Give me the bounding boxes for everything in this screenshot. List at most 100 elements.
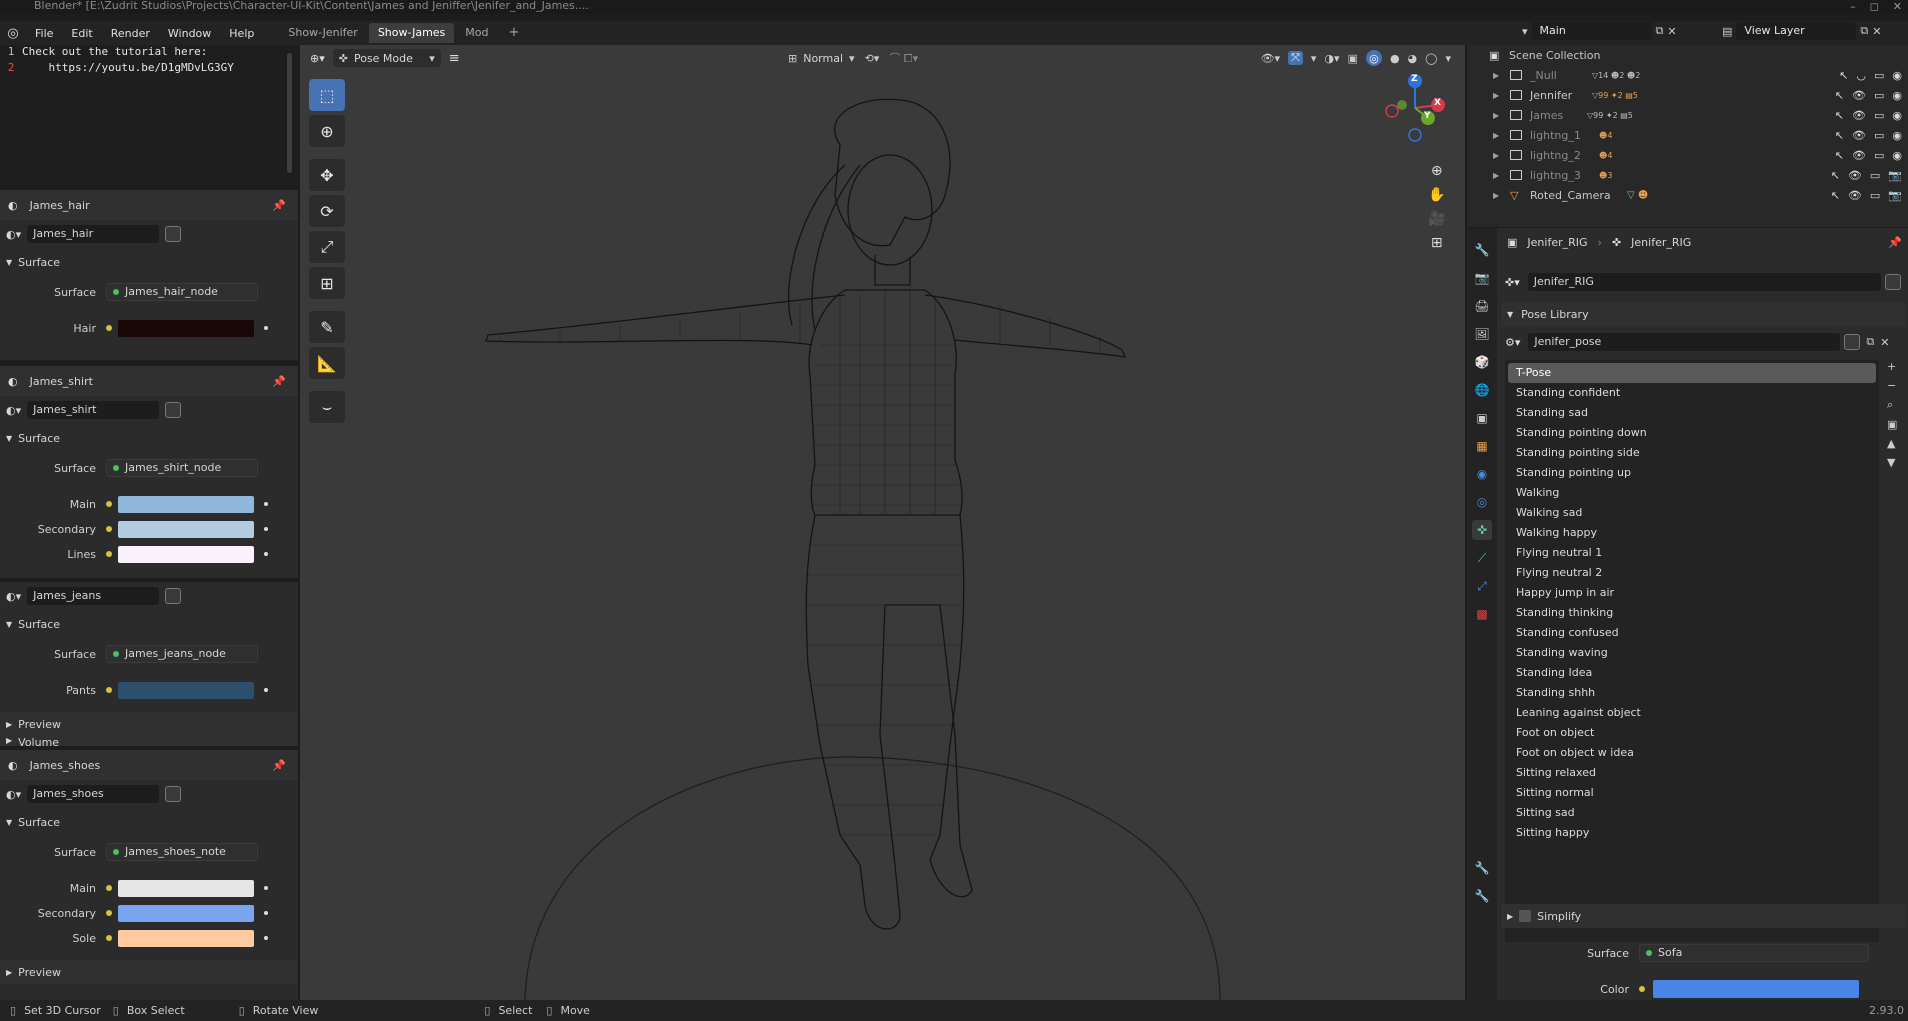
render-toggle-icon[interactable]: ◉ xyxy=(1892,129,1902,142)
material-name-field[interactable]: James_jeans xyxy=(27,587,160,605)
rotate-tool-icon[interactable]: ⟳ xyxy=(309,195,345,227)
fake-user-icon[interactable] xyxy=(1885,274,1901,290)
expand-icon[interactable]: ▶ xyxy=(1493,191,1499,200)
new-pose-lib-icon[interactable]: ⧉ xyxy=(1866,335,1874,349)
keyframe-dot-icon[interactable] xyxy=(264,326,268,330)
editor-type-icon[interactable]: ⊕▾ xyxy=(310,52,325,65)
select-toggle-icon[interactable]: ↖ xyxy=(1835,89,1844,102)
visibility-icon[interactable]: 👁▾ xyxy=(1261,52,1281,65)
color-swatch[interactable] xyxy=(1653,980,1859,998)
row-toggles[interactable]: ↖ 👁 ▭ 📷 xyxy=(1831,169,1902,182)
color-swatch[interactable] xyxy=(118,545,254,563)
select-toggle-icon[interactable]: ↖ xyxy=(1831,169,1840,182)
panel-header[interactable]: ◐ James_hair 📌 xyxy=(0,190,298,220)
xray-icon[interactable]: ▣ xyxy=(1348,52,1358,65)
chevron-down-icon[interactable]: ▾ xyxy=(1445,52,1451,65)
volume-section-header[interactable]: ▶ Volume xyxy=(0,736,298,746)
cursor-tool-icon[interactable]: ⊕ xyxy=(309,115,345,147)
expand-icon[interactable]: ▶ xyxy=(1493,151,1499,160)
view-layer-tab-icon[interactable]: 🖼 xyxy=(1472,324,1492,344)
tab-mod[interactable]: Mod xyxy=(456,23,497,43)
pose-list-item[interactable]: Standing Idea xyxy=(1508,663,1876,683)
preview-section-header[interactable]: ▶ Preview xyxy=(0,712,298,736)
pose-list-item[interactable]: Standing waving xyxy=(1508,643,1876,663)
navigation-gizmo[interactable]: Z X Y xyxy=(1380,73,1450,143)
hide-toggle-icon[interactable]: 👁 xyxy=(1852,109,1866,122)
chevron-down-icon[interactable]: ▾ xyxy=(1311,52,1317,65)
expand-icon[interactable]: ▶ xyxy=(1493,71,1499,80)
row-toggles[interactable]: ↖ ◡ ▭ ◉ xyxy=(1839,69,1902,82)
keyframe-dot-icon[interactable] xyxy=(264,502,268,506)
armature-tab-icon[interactable]: ✜ xyxy=(1472,520,1492,540)
gizmo-toggle-icon[interactable]: ⤧ xyxy=(1288,51,1303,65)
expand-icon[interactable]: ▶ xyxy=(1493,91,1499,100)
simplify-header[interactable]: ▶ Simplify xyxy=(1501,904,1905,928)
hamburger-menu-icon[interactable]: ≡ xyxy=(449,51,460,66)
armature-selector[interactable]: ✜▾ Jenifer_RIG xyxy=(1505,272,1901,292)
outliner-row-lightng-3[interactable]: ▶ lightng_3 ☻3 ↖ 👁 ▭ 📷 xyxy=(1467,165,1908,185)
pose-library-selector[interactable]: ⚙▾ Jenifer_pose ⧉ ✕ xyxy=(1505,332,1903,352)
hide-toggle-icon[interactable]: 👁 xyxy=(1848,189,1862,202)
select-toggle-icon[interactable]: ↖ xyxy=(1835,129,1844,142)
fake-user-icon[interactable] xyxy=(1844,334,1861,350)
menu-help[interactable]: Help xyxy=(220,27,263,40)
select-toggle-icon[interactable]: ↖ xyxy=(1835,149,1844,162)
move-tool-icon[interactable]: ✥ xyxy=(309,159,345,191)
fake-user-icon[interactable] xyxy=(165,226,182,242)
wireframe-shading-icon[interactable]: ◎ xyxy=(1365,50,1382,66)
scene-collection-row[interactable]: ▣ Scene Collection xyxy=(1467,45,1908,65)
row-toggles[interactable]: ↖ 👁 ▭ ◉ xyxy=(1835,89,1902,102)
render-toggle-icon[interactable]: ◉ xyxy=(1892,89,1902,102)
viewport-toggle-icon[interactable]: ▭ xyxy=(1874,129,1884,142)
pose-tool-icon[interactable]: ⌣ xyxy=(309,391,345,423)
pose-list-item[interactable]: Sitting relaxed xyxy=(1508,763,1876,783)
hide-toggle-icon[interactable]: 👁 xyxy=(1852,89,1866,102)
pose-list-item[interactable]: Standing confident xyxy=(1508,383,1876,403)
render-tab-icon[interactable]: 📷 xyxy=(1472,268,1492,288)
scene-tab-icon[interactable]: 🎲 xyxy=(1472,352,1492,372)
pose-list-item[interactable]: Standing pointing up xyxy=(1508,463,1876,483)
color-swatch[interactable] xyxy=(118,681,254,699)
pose-list[interactable]: T-Pose Standing confident Standing sad Stan… xyxy=(1505,360,1879,942)
keyframe-dot-icon[interactable] xyxy=(264,886,268,890)
pose-list-item[interactable]: Happy jump in air xyxy=(1508,583,1876,603)
pivot-icon[interactable]: ⟲▾ xyxy=(865,52,880,65)
tool-settings-tab-icon[interactable]: 🔧 xyxy=(1472,858,1492,878)
bone-constraint-tab-icon[interactable]: ⤢ xyxy=(1472,576,1492,596)
pose-list-item[interactable]: T-Pose xyxy=(1508,363,1876,383)
render-toggle-icon[interactable]: ◉ xyxy=(1892,109,1902,122)
object-tab-icon[interactable]: ▦ xyxy=(1472,436,1492,456)
viewport-toggle-icon[interactable]: ▭ xyxy=(1870,189,1880,202)
outliner-row-lightng-2[interactable]: ▶ lightng_2 ☻4 ↖ 👁 ▭ ◉ xyxy=(1467,145,1908,165)
tab-show-james[interactable]: Show-James xyxy=(368,23,455,43)
pose-list-item[interactable]: Walking xyxy=(1508,483,1876,503)
outliner-row-james[interactable]: ▶ James ▽99 ✦2 ▤5 ↖ 👁 ▭ ◉ xyxy=(1467,105,1908,125)
pose-library-name-field[interactable]: Jenifer_pose xyxy=(1528,333,1841,351)
fake-user-icon[interactable] xyxy=(165,786,182,802)
pose-list-item[interactable]: Sitting normal xyxy=(1508,783,1876,803)
viewport-toggle-icon[interactable]: ▭ xyxy=(1870,169,1880,182)
material-selector[interactable]: ◐▾ James_shirt xyxy=(0,400,298,420)
armature-name-field[interactable]: Jenifer_RIG xyxy=(1527,273,1881,291)
viewport-toggle-icon[interactable]: ▭ xyxy=(1874,69,1884,82)
perspective-grid-icon[interactable]: ⊞ xyxy=(1431,235,1443,251)
color-swatch[interactable] xyxy=(118,319,254,337)
pin-icon[interactable]: 📌 xyxy=(272,199,286,212)
material-selector[interactable]: ◐▾ James_jeans xyxy=(0,586,298,606)
maximize-button[interactable]: ◻ xyxy=(1870,0,1879,14)
keyframe-dot-icon[interactable] xyxy=(264,552,268,556)
mode-selector[interactable]: ✜ Pose Mode ▾ xyxy=(332,49,441,67)
surface-section-header[interactable]: ▼ Surface xyxy=(0,250,298,274)
menu-window[interactable]: Window xyxy=(159,27,220,40)
pose-list-item[interactable]: Walking sad xyxy=(1508,503,1876,523)
add-pose-icon[interactable]: + xyxy=(1887,360,1897,373)
pose-list-item[interactable]: Sitting happy xyxy=(1508,823,1876,843)
surface-node-field[interactable]: James_jeans_node xyxy=(106,645,258,663)
color-swatch[interactable] xyxy=(118,929,254,947)
material-selector[interactable]: ◐▾ James_hair xyxy=(0,224,298,244)
pose-list-item[interactable]: Flying neutral 1 xyxy=(1508,543,1876,563)
hide-toggle-icon[interactable]: ◡ xyxy=(1856,69,1866,82)
pose-list-item[interactable]: Foot on object w idea xyxy=(1508,743,1876,763)
view-layer-field[interactable]: View Layer xyxy=(1736,22,1857,40)
panel-header[interactable]: ◐ James_shoes 📌 xyxy=(0,750,298,780)
